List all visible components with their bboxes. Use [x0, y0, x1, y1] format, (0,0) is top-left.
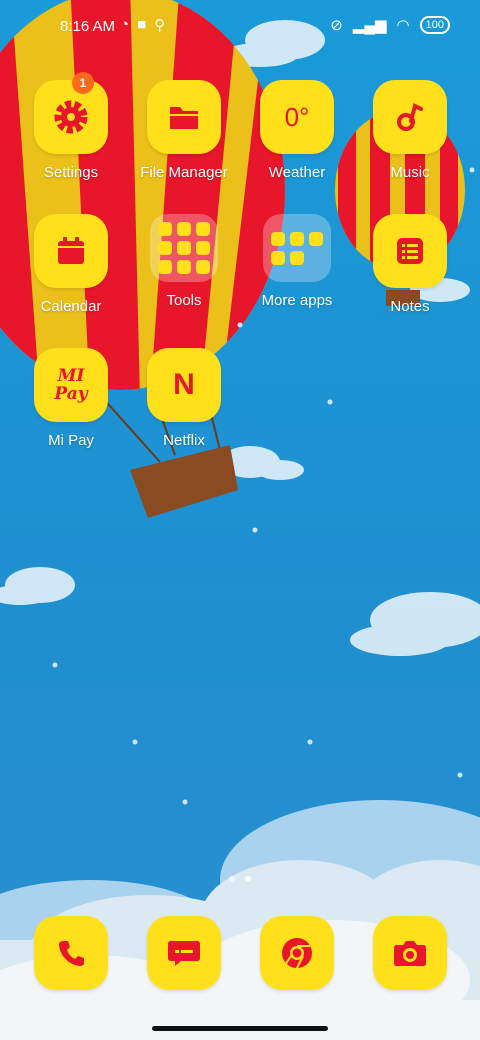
app-label: Netflix — [163, 432, 205, 449]
music-note-icon — [373, 80, 447, 154]
mi-pay-icon-text: MI — [57, 366, 85, 386]
dock-chrome[interactable] — [242, 916, 352, 990]
message-icon — [147, 916, 221, 990]
app-label: Weather — [268, 164, 326, 181]
clock-mini-icon — [196, 222, 210, 236]
app-netflix[interactable]: N Netflix — [129, 348, 239, 449]
wifi-icon: ◠ — [396, 17, 410, 34]
app-mini-icon — [309, 231, 323, 246]
status-time: 8:16 AM — [60, 18, 116, 35]
app-label: Notes — [390, 298, 430, 315]
facebook-mini-icon — [290, 231, 304, 246]
camera-mini-icon — [196, 241, 210, 255]
recorder-mini-icon — [158, 241, 172, 255]
vibrate-off-icon: ⊘ — [330, 17, 343, 34]
folder-more-apps[interactable]: More apps — [242, 214, 352, 309]
page-indicator — [0, 876, 480, 886]
page-dot[interactable] — [229, 876, 235, 882]
browser-mini-icon — [271, 231, 285, 246]
phone-icon — [34, 916, 108, 990]
app-notes[interactable]: Notes — [355, 214, 465, 315]
camera-icon — [373, 916, 447, 990]
folder-grid — [263, 214, 331, 282]
shop-mini-icon — [290, 250, 304, 265]
app-label: Music — [390, 164, 430, 181]
folder-tools[interactable]: Tools — [129, 214, 239, 309]
chrome-icon — [260, 916, 334, 990]
app-file-manager[interactable]: File Manager — [129, 80, 239, 181]
mi-pay-icon-text: Pay — [54, 384, 88, 404]
linkedin-mini-icon — [271, 250, 285, 265]
weather-temp: 0° — [284, 101, 310, 132]
mi-pay-icon: MI Pay — [34, 348, 108, 422]
app-label: Calendar — [40, 298, 102, 315]
app-weather[interactable]: 0° Weather — [242, 80, 352, 181]
scanner-mini-icon — [158, 260, 172, 274]
folder-label: More apps — [261, 292, 333, 309]
dock-messaging[interactable] — [129, 916, 239, 990]
folder-label: Tools — [166, 292, 202, 309]
app-notification-icon: ◔ — [120, 16, 130, 33]
notification-icons: ◔ ■ ⚲ — [120, 16, 165, 34]
page-dot-active[interactable] — [245, 876, 251, 882]
location-notification-icon: ⚲ — [154, 17, 166, 34]
dock-camera[interactable] — [355, 916, 465, 990]
contacts-mini-icon — [158, 222, 172, 236]
notification-badge: 1 — [72, 72, 94, 94]
app-label: File Manager — [140, 164, 228, 181]
folder-icon — [147, 80, 221, 154]
notes-list-icon — [373, 214, 447, 288]
app-calendar[interactable]: Calendar — [16, 214, 126, 315]
download-mini-icon — [196, 260, 210, 274]
compass-mini-icon — [177, 260, 191, 274]
video-mini-icon — [177, 241, 191, 255]
gesture-navigation-bar[interactable] — [152, 1026, 328, 1031]
app-settings[interactable]: 1 Settings — [16, 72, 126, 181]
app-label: Mi Pay — [48, 432, 94, 449]
status-bar: 8:16 AM ◔ ■ ⚲ ⊘ ▂▄▆ ◠ 100 — [0, 0, 480, 56]
app-label: Settings — [43, 164, 99, 181]
gallery-mini-icon — [177, 222, 191, 236]
signal-icon: ▂▄▆ — [352, 17, 387, 34]
settings-icon — [34, 80, 108, 154]
weather-icon: 0° — [260, 80, 334, 154]
netflix-icon: N — [147, 348, 221, 422]
app-music[interactable]: Music — [355, 80, 465, 181]
app-mi-pay[interactable]: MI Pay Mi Pay — [16, 348, 126, 449]
image-notification-icon: ■ — [137, 16, 147, 33]
folder-grid — [150, 214, 218, 282]
battery-icon: 100 — [419, 16, 450, 34]
netflix-icon-text: N — [173, 368, 195, 401]
dock-phone[interactable] — [16, 916, 126, 990]
system-icons: ⊘ ▂▄▆ ◠ 100 — [330, 16, 450, 34]
calendar-icon — [34, 214, 108, 288]
